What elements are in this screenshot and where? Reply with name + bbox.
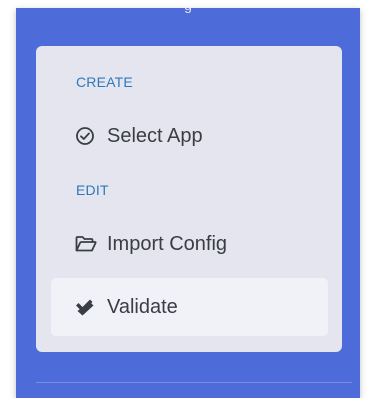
menu-item-import-config[interactable]: Import Config — [51, 215, 328, 273]
menu-item-select-app[interactable]: Select App — [51, 107, 328, 165]
folder-open-icon — [75, 233, 101, 255]
section-heading-edit: EDIT — [76, 182, 109, 198]
menu-item-label: Select App — [107, 124, 203, 147]
panel-title-fragment: g — [16, 8, 360, 12]
menu-item-label: Validate — [107, 295, 178, 318]
section-heading-create: CREATE — [76, 74, 133, 90]
menu-item-validate[interactable]: Validate — [51, 278, 328, 336]
menu-card: CREATE Select App EDIT Import Config Val… — [36, 46, 342, 352]
menu-item-label: Import Config — [107, 232, 228, 255]
sidebar-panel: g CREATE Select App EDIT Import Config — [16, 8, 360, 398]
check-circle-icon — [75, 125, 101, 147]
divider — [36, 382, 352, 383]
double-check-icon — [75, 296, 101, 318]
